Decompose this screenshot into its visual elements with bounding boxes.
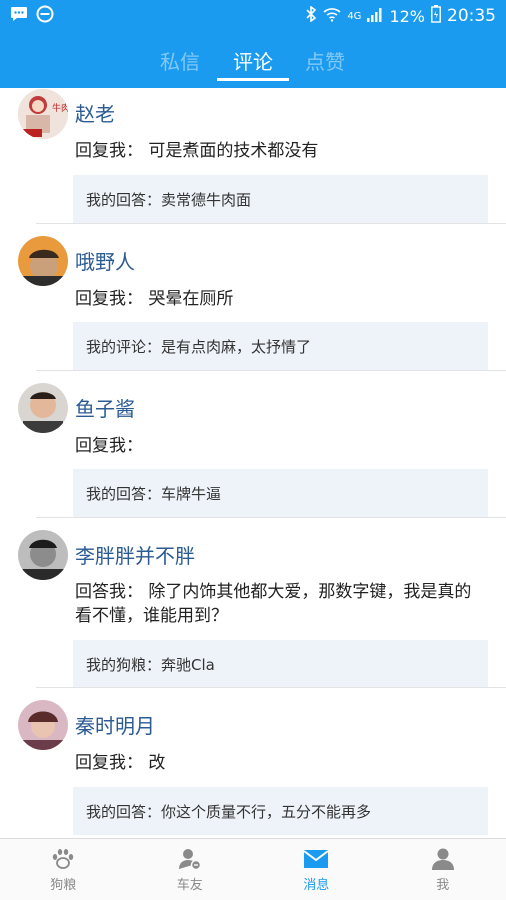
nav-label: 狗粮	[50, 877, 77, 893]
tab-comments[interactable]: 评论	[233, 46, 273, 75]
reply-text: 回复我： 改	[75, 753, 166, 773]
reply-text: 回复我：	[75, 436, 143, 456]
battery-icon	[431, 5, 441, 27]
avatar[interactable]	[18, 236, 68, 286]
comment-item[interactable]: 李胖胖并不胖 回答我： 除了内饰其他都大爱，那数字键，我是真的看不懂，谁能用到？…	[0, 518, 506, 688]
quoted-answer[interactable]: 我的回答：你这个质量不行，五分不能再多	[73, 787, 488, 835]
commenter-name[interactable]: 鱼子酱	[75, 393, 135, 422]
bottom-nav: 狗粮 车友 消息 我	[0, 838, 506, 900]
active-tab-indicator	[217, 78, 289, 81]
header: 私信 评论 点赞	[0, 32, 506, 88]
reply-text: 回复我： 可是煮面的技术都没有	[75, 141, 319, 161]
network-type: 4G	[347, 10, 362, 22]
commenter-name[interactable]: 秦时明月	[75, 710, 155, 739]
nav-label: 消息	[303, 877, 330, 893]
avatar[interactable]	[18, 700, 68, 750]
nav-label: 车友	[176, 877, 203, 893]
nav-item-me[interactable]: 我	[380, 839, 506, 900]
comment-list[interactable]: 牛肉 赵老 回复我： 可是煮面的技术都没有 我的回答：卖常德牛肉面 哦野人 回复…	[0, 88, 506, 838]
commenter-name[interactable]: 赵老	[75, 98, 115, 127]
reply-text: 回复我： 哭晕在厕所	[75, 289, 234, 309]
blocked-icon	[36, 5, 54, 27]
mail-icon	[303, 847, 329, 871]
nav-label: 我	[436, 877, 450, 893]
quoted-comment[interactable]: 我的评论：是有点肉麻，太抒情了	[73, 322, 488, 370]
commenter-name[interactable]: 哦野人	[75, 246, 135, 275]
wifi-icon	[323, 7, 341, 26]
comment-item[interactable]: 鱼子酱 回复我： 我的回答：车牌牛逼	[0, 371, 506, 518]
comment-item[interactable]: 哦野人 回复我： 哭晕在厕所 我的评论：是有点肉麻，太抒情了	[0, 224, 506, 371]
reply-text: 回答我： 除了内饰其他都大爱，那数字键，我是真的看不懂，谁能用到？	[75, 582, 472, 626]
battery-percent: 12%	[389, 6, 425, 26]
tab-private-messages[interactable]: 私信	[160, 46, 200, 75]
bluetooth-icon	[305, 5, 317, 26]
clock: 20:35	[447, 6, 496, 26]
quoted-answer[interactable]: 我的回答：卖常德牛肉面	[73, 175, 488, 223]
person-icon	[430, 847, 456, 871]
tab-bar: 私信 评论 点赞	[0, 32, 506, 88]
nav-item-chefriends[interactable]: 车友	[127, 839, 254, 900]
avatar-logo-text: 牛肉	[52, 102, 68, 114]
avatar[interactable]	[18, 383, 68, 433]
status-bar: 4G 12% 20:35	[0, 0, 506, 32]
tab-likes[interactable]: 点赞	[305, 46, 345, 75]
message-bubble-icon	[10, 6, 28, 26]
avatar[interactable]: 牛肉	[18, 89, 68, 139]
quoted-answer[interactable]: 我的回答：车牌牛逼	[73, 469, 488, 517]
car-friend-icon	[177, 847, 203, 871]
comment-item[interactable]: 秦时明月 回复我： 改 我的回答：你这个质量不行，五分不能再多	[0, 688, 506, 838]
comment-item[interactable]: 牛肉 赵老 回复我： 可是煮面的技术都没有 我的回答：卖常德牛肉面	[0, 88, 506, 224]
quoted-post[interactable]: 我的狗粮：奔驰Cla	[73, 640, 488, 688]
nav-item-gouliang[interactable]: 狗粮	[0, 839, 127, 900]
nav-item-messages[interactable]: 消息	[253, 839, 380, 900]
paw-icon	[50, 847, 76, 871]
commenter-name[interactable]: 李胖胖并不胖	[75, 540, 195, 569]
avatar[interactable]	[18, 530, 68, 580]
signal-icon	[367, 7, 383, 26]
